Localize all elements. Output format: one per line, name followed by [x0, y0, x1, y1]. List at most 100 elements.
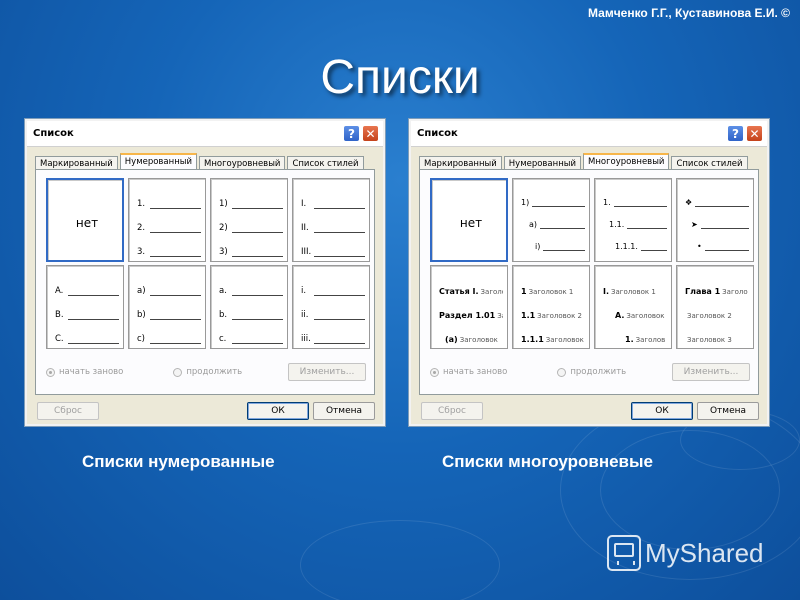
list-marker: 1.: [625, 335, 634, 344]
ok-button[interactable]: ОК: [247, 402, 309, 420]
list-marker: 1: [521, 287, 527, 296]
list-marker: a): [137, 286, 146, 296]
heading-label: За: [497, 312, 503, 320]
preset-roman-lower[interactable]: i. ii. iii.: [292, 265, 370, 349]
list-marker: ❖: [685, 198, 693, 207]
heading-label: Заголовок 3: [687, 336, 732, 344]
list-marker: 1): [521, 198, 530, 207]
dialog-tabs: Маркированный Нумерованный Многоуровневы…: [27, 147, 383, 171]
list-marker: 1): [219, 199, 228, 209]
heading-label: Заголо: [480, 288, 503, 296]
preset-mixed-numbering[interactable]: 1) a) i): [512, 178, 590, 262]
list-marker: i): [535, 242, 541, 251]
preset-alpha-upper[interactable]: A. B. C.: [46, 265, 124, 349]
list-marker: A.: [615, 311, 625, 320]
radio-dot-icon: [173, 367, 183, 377]
continue-numbering-label: продолжить: [186, 367, 243, 377]
reset-button[interactable]: Сброс: [421, 402, 483, 420]
list-marker: •: [697, 242, 702, 251]
heading-label: Заголо: [722, 288, 748, 296]
list-marker: 1.: [137, 199, 146, 209]
list-marker: A.: [55, 286, 64, 296]
preset-bullet-levels[interactable]: ❖ ➤ •: [676, 178, 754, 262]
preset-none[interactable]: нет: [430, 178, 508, 262]
list-marker: II.: [301, 223, 309, 233]
list-marker: 1.1: [521, 311, 536, 320]
heading-label: Заголов: [635, 336, 666, 344]
list-marker: Глава 1: [685, 287, 721, 296]
heading-label: Заголовок: [545, 336, 584, 344]
radio-dot-icon: [557, 367, 567, 377]
caption-numbered: Списки нумерованные: [82, 452, 275, 471]
list-marker: Статья I.: [439, 287, 479, 296]
preset-decimal-levels[interactable]: 1. 1.1. 1.1.1.: [594, 178, 672, 262]
list-marker: III.: [301, 247, 312, 257]
preset-chapter-headings[interactable]: Глава 1 Заголо Заголовок 2 Заголовок 3: [676, 265, 754, 349]
list-marker: a): [529, 220, 538, 229]
change-button[interactable]: Изменить...: [672, 363, 750, 381]
heading-label: Заголовок: [626, 312, 665, 320]
preset-none-label: нет: [75, 216, 99, 230]
preset-article-section[interactable]: Статья I.Заголо Раздел 1.01За (a)Заголов…: [430, 265, 508, 349]
dialog-titlebar: Список ? ✕: [411, 121, 767, 147]
watermark-text: MyShared: [645, 537, 764, 568]
list-marker: 2.: [137, 223, 146, 233]
list-marker: b.: [219, 310, 228, 320]
list-marker: 1.1.1.: [615, 242, 638, 251]
presentation-logo-icon: [607, 535, 641, 571]
heading-label: Заголовок 1: [611, 288, 656, 296]
numbering-options: начать заново продолжить Изменить...: [46, 363, 366, 381]
list-marker: 3.: [137, 247, 146, 257]
list-marker: a.: [219, 286, 227, 296]
list-marker: i.: [301, 286, 307, 296]
close-icon[interactable]: ✕: [746, 125, 763, 142]
preset-decimal[interactable]: 1. 2. 3.: [128, 178, 206, 262]
continue-numbering-radio[interactable]: продолжить: [557, 367, 626, 377]
multilevel-list-dialog: Список ? ✕ Маркированный Нумерованный Мн…: [409, 119, 769, 426]
list-marker: Раздел 1.01: [439, 311, 496, 320]
list-marker: 1.: [603, 198, 611, 207]
preset-heading-roman[interactable]: I. Заголовок 1 A. Заголовок 1. Заголов: [594, 265, 672, 349]
heading-label: Заголовок 2: [537, 312, 582, 320]
numbering-options: начать заново продолжить Изменить...: [430, 363, 750, 381]
list-marker: I.: [603, 287, 610, 296]
dialog-buttons: Сброс ОК Отмена: [27, 395, 383, 420]
preset-heading-decimal[interactable]: 1 Заголовок 1 1.1 Заголовок 2 1.1.1 Заголов…: [512, 265, 590, 349]
preset-alpha-lower[interactable]: a. b. c.: [210, 265, 288, 349]
ok-button[interactable]: ОК: [631, 402, 693, 420]
radio-dot-icon: [46, 367, 55, 377]
preset-none[interactable]: нет: [46, 178, 124, 262]
help-icon[interactable]: ?: [727, 125, 744, 142]
list-marker: ii.: [301, 310, 309, 320]
list-marker: C.: [55, 334, 64, 344]
cancel-button[interactable]: Отмена: [313, 402, 375, 420]
change-button[interactable]: Изменить...: [288, 363, 366, 381]
dialog-title: Список: [33, 128, 74, 139]
reset-button[interactable]: Сброс: [37, 402, 99, 420]
continue-numbering-radio[interactable]: продолжить: [173, 367, 242, 377]
preset-roman-upper[interactable]: I. II. III.: [292, 178, 370, 262]
caption-multilevel: Списки многоуровневые: [442, 452, 653, 471]
list-marker: 1.1.1: [521, 335, 544, 344]
list-marker: iii.: [301, 334, 311, 344]
list-marker: I.: [301, 199, 307, 209]
list-marker: c): [137, 334, 145, 344]
restart-numbering-radio[interactable]: начать заново: [430, 367, 507, 377]
dialog-titlebar: Список ? ✕: [27, 121, 383, 147]
heading-label: Заголовок 1: [528, 288, 574, 296]
heading-label: Заголовок 2: [687, 312, 732, 320]
close-icon[interactable]: ✕: [362, 125, 379, 142]
cancel-button[interactable]: Отмена: [697, 402, 759, 420]
preset-alpha-paren[interactable]: a) b) c): [128, 265, 206, 349]
list-marker: (a): [445, 335, 458, 344]
numbered-list-dialog: Список ? ✕ Маркированный Нумерованный Мн…: [25, 119, 385, 426]
help-icon[interactable]: ?: [343, 125, 360, 142]
list-marker: 1.1.: [609, 220, 625, 229]
restart-numbering-label: начать заново: [59, 367, 124, 377]
preset-decimal-paren[interactable]: 1) 2) 3): [210, 178, 288, 262]
restart-numbering-radio[interactable]: начать заново: [46, 367, 123, 377]
continue-numbering-label: продолжить: [570, 367, 627, 377]
list-marker: 3): [219, 247, 228, 257]
list-marker: 2): [219, 223, 228, 233]
dialog-buttons: Сброс ОК Отмена: [411, 395, 767, 420]
